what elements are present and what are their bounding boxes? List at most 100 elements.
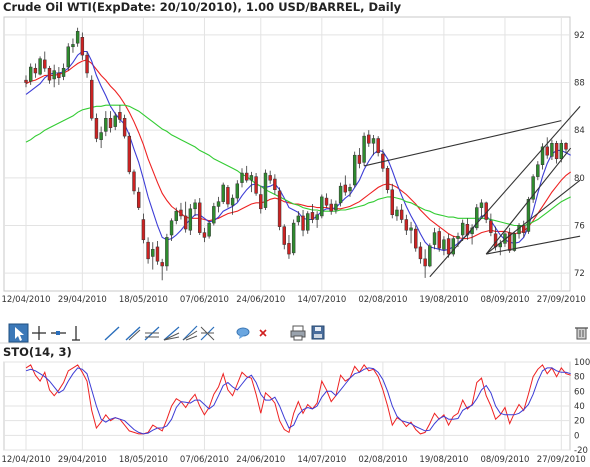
candlestick [531, 174, 535, 203]
candlestick [127, 132, 132, 175]
candle-body-up [296, 215, 301, 223]
main-x-tick-label: 08/09/2010 [480, 295, 529, 305]
candle-body-down [122, 118, 127, 137]
candle-body-down [202, 232, 207, 238]
candlestick [132, 169, 136, 195]
main-price-panel[interactable] [3, 16, 581, 292]
pointer-tool-icon[interactable] [8, 323, 29, 343]
candle-body-down [554, 143, 559, 160]
candlestick [291, 219, 296, 256]
candlestick [141, 213, 146, 244]
candlestick [90, 75, 94, 121]
candle-body-up [536, 164, 540, 177]
candle-body-down [47, 67, 52, 81]
candle-body-up [479, 202, 484, 208]
candlestick [188, 204, 193, 236]
candle-body-down [94, 118, 99, 139]
candlestick [66, 43, 70, 71]
candle-body-down [545, 146, 549, 156]
candlestick [249, 171, 254, 193]
candle-body-up [442, 239, 446, 250]
stochastic-x-axis: 12/04/2010 29/04/2010 18/05/2010 07/06/2010… [2, 455, 586, 465]
candle-body-up [456, 235, 460, 239]
candle-body-up [559, 143, 564, 160]
candlestick [371, 134, 376, 156]
candle-body-up [306, 213, 310, 231]
candlestick [395, 206, 399, 221]
candlestick [320, 194, 324, 219]
candlestick [61, 63, 66, 81]
candlestick [254, 173, 258, 196]
oscillator-title: STO(14, 3) [3, 345, 72, 359]
candlestick [43, 51, 47, 72]
candle-body-up [320, 196, 324, 217]
stochastic-x-tick-label: 18/05/2010 [119, 455, 168, 465]
candlestick [136, 187, 141, 210]
drawn-trendline[interactable] [363, 120, 562, 167]
main-x-tick-label: 18/05/2010 [119, 295, 168, 305]
stochastic-x-tick-label: 02/08/2010 [358, 455, 407, 465]
candle-body-up [428, 245, 432, 267]
candlestick [343, 175, 348, 196]
stochastic-panel[interactable] [3, 361, 571, 451]
candle-body-up [216, 201, 221, 207]
candle-body-down [423, 258, 427, 267]
stochastic-x-tick-label: 07/06/2010 [180, 455, 229, 465]
candle-body-down [376, 138, 380, 154]
candlestick [329, 199, 333, 215]
candle-body-up [104, 118, 108, 132]
candlestick [24, 75, 28, 88]
candle-body-down [146, 241, 150, 260]
candlestick [155, 240, 160, 265]
candle-body-up [28, 66, 33, 82]
candlestick [362, 132, 366, 166]
candlestick [273, 174, 277, 195]
candle-body-down [226, 187, 230, 205]
candlestick [263, 169, 268, 210]
candlestick [357, 148, 362, 169]
candle-body-up [240, 172, 244, 183]
candle-body-up [71, 44, 75, 48]
candlestick [442, 236, 446, 256]
candlesticks [24, 27, 568, 281]
candle-body-up [221, 184, 225, 202]
main-x-tick-label: 07/06/2010 [180, 295, 229, 305]
candle-body-down [357, 154, 362, 164]
stochastic-grid [4, 361, 570, 451]
candlestick [146, 237, 150, 264]
candle-body-down [277, 190, 282, 227]
drawn-trendline[interactable] [485, 147, 572, 255]
candle-body-down [390, 189, 394, 216]
candle-body-down [273, 178, 277, 190]
candle-body-down [414, 228, 418, 249]
main-y-tick-label: 92 [574, 31, 585, 41]
main-panel-border [3, 16, 571, 292]
candlestick [306, 211, 310, 234]
candle-body-down [324, 197, 329, 206]
trash-icon[interactable] [575, 327, 588, 340]
candlestick [404, 214, 409, 236]
candle-body-down [564, 143, 568, 150]
candle-body-down [244, 172, 249, 181]
main-x-tick-label: 02/08/2010 [358, 295, 407, 305]
stochastic-y-tick-label: 60 [574, 387, 585, 397]
candle-body-up [371, 138, 376, 144]
candlestick [545, 137, 549, 159]
candlestick [564, 142, 568, 153]
main-y-tick-label: 88 [574, 79, 585, 89]
stochastic-x-tick-label: 12/04/2010 [2, 455, 51, 465]
candlestick [85, 51, 89, 78]
main-chart-title: Crude Oil WTI(ExpDate: 20/10/2010), 1.00… [3, 0, 402, 14]
candlestick [385, 165, 390, 194]
stochastic-line-1 [25, 364, 571, 435]
stochastic-y-tick-label: 80 [574, 373, 585, 383]
candlestick [104, 111, 108, 137]
candle-body-up [352, 154, 357, 186]
save-icon[interactable] [311, 325, 325, 340]
candle-body-down [132, 171, 136, 192]
candlestick [324, 193, 329, 208]
candle-body-down [385, 168, 390, 190]
main-y-tick-label: 76 [574, 221, 585, 231]
candle-body-down [329, 203, 333, 212]
candle-body-down [127, 135, 132, 173]
